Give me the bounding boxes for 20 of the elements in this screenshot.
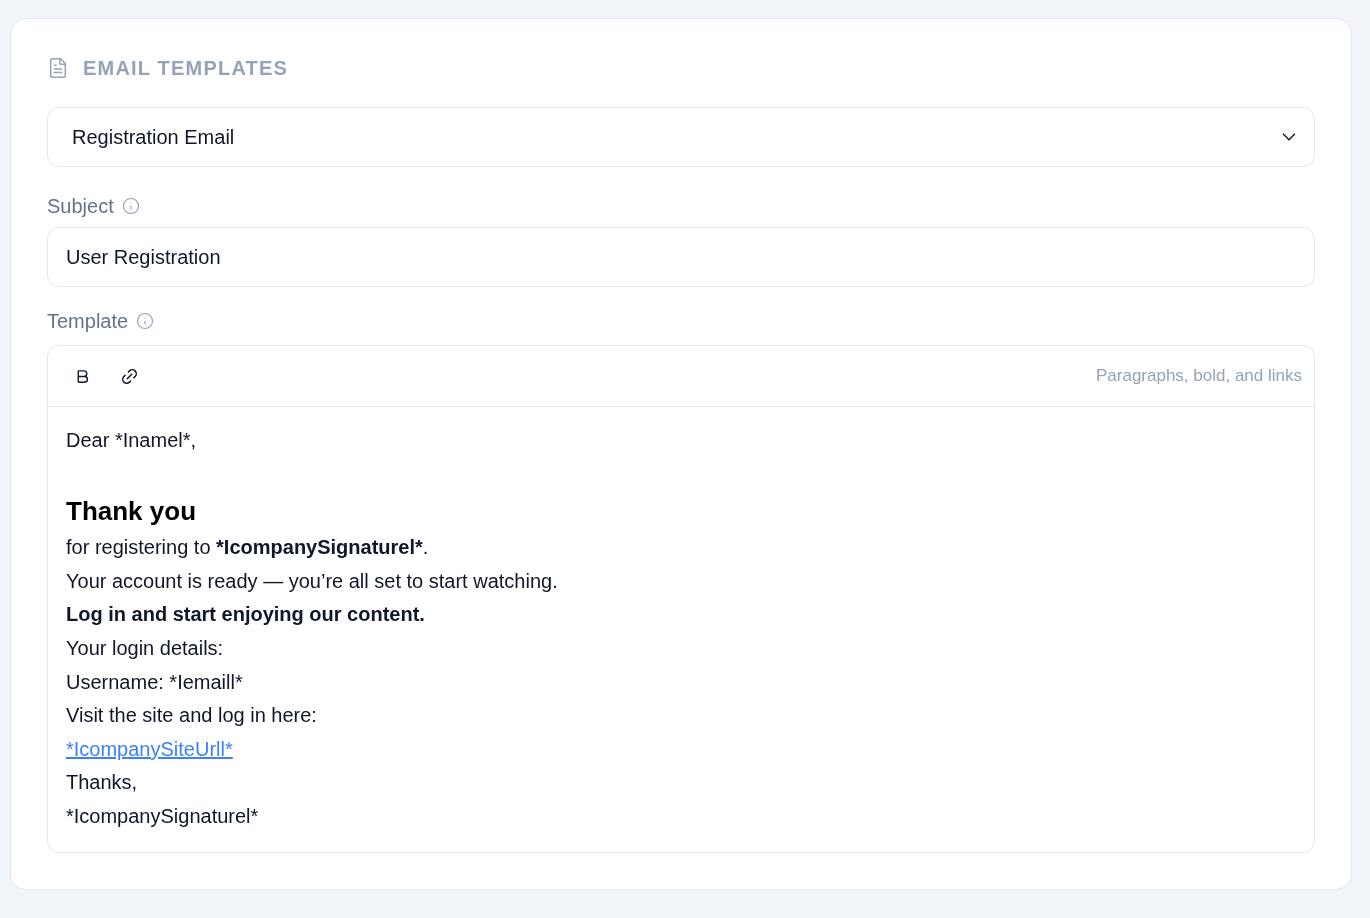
body-text: Visit the site and log in here:	[66, 703, 317, 729]
body-text: for registering to *IcompanySignaturel*.	[66, 535, 429, 561]
subject-input[interactable]: User Registration	[47, 227, 1315, 287]
info-icon	[136, 312, 155, 330]
subject-label: Subject	[47, 194, 114, 219]
document-icon	[47, 57, 69, 79]
info-icon	[121, 197, 140, 215]
body-text: Log in and start enjoying our content.	[66, 602, 425, 628]
body-text: Thanks,	[66, 770, 138, 796]
section-title: EMAIL TEMPLATES	[83, 56, 289, 81]
body-text: *IcompanySignaturel*	[66, 803, 259, 829]
heading-text: Thank you	[66, 495, 196, 529]
link[interactable]: *IcompanySiteUrll*	[66, 732, 233, 767]
body-text: Dear *Inamel*,	[66, 428, 197, 453]
body-text: Username: *Iemaill*	[66, 669, 243, 695]
template-select[interactable]: Registration Email	[47, 107, 1315, 167]
toolbar-hint: Paragraphs, bold, and links	[1095, 365, 1302, 388]
body-text: Your account is ready — you’re all set to start watching.	[66, 568, 558, 594]
body-text: Your login details:	[66, 635, 224, 661]
template-label: Template	[47, 309, 129, 334]
